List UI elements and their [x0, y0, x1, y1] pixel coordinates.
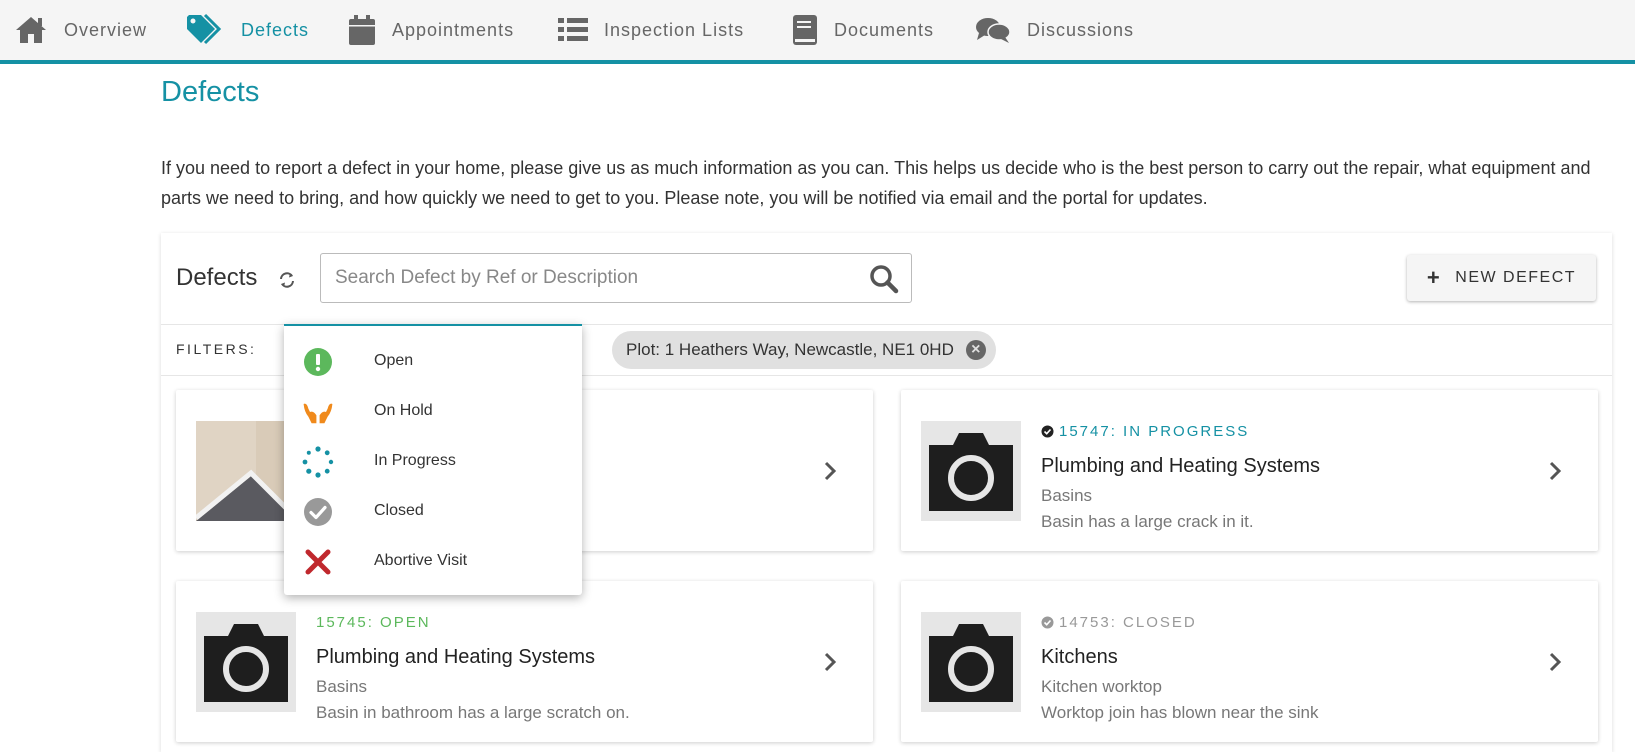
defect-status-label: 15745: OPEN [316, 613, 431, 631]
page-title: Defects [161, 76, 260, 108]
defect-subcategory: Basins [1041, 486, 1093, 505]
search-box [320, 253, 912, 303]
defect-category: Plumbing and Heating Systems [316, 646, 596, 668]
camera-icon [196, 612, 296, 712]
defect-status: 15745: OPEN [316, 612, 816, 632]
nav-overview[interactable]: Overview [14, 0, 147, 60]
refresh-icon[interactable] [278, 271, 296, 294]
defect-thumbnail [921, 612, 1021, 712]
defect-meta: 15745: OPEN Plumbing and Heating Systems… [316, 612, 816, 723]
defect-subcategory: Kitchen worktop [1041, 677, 1162, 696]
defect-category: Plumbing and Heating Systems [1041, 455, 1321, 477]
camera-icon [921, 612, 1021, 712]
search-icon[interactable] [869, 264, 899, 294]
defect-thumbnail [921, 421, 1021, 521]
nav-discussions[interactable]: Discussions [975, 0, 1134, 60]
defect-status: 15747: IN PROGRESS [1041, 421, 1541, 441]
chevron-right-icon [824, 461, 837, 481]
home-icon [16, 17, 46, 43]
defect-description: Basin in bathroom has a large scratch on… [316, 703, 630, 722]
nav-overview-label: Overview [64, 19, 148, 40]
nav-inspection-lists[interactable]: Inspection Lists [558, 0, 744, 60]
status-option-label: In Progress [374, 452, 456, 469]
new-defect-label: NEW DEFECT [1455, 269, 1577, 286]
plot-filter-chip[interactable]: Plot: 1 Heathers Way, Newcastle, NE1 0HD… [612, 331, 996, 369]
defect-card[interactable]: 15745: OPEN Plumbing and Heating Systems… [176, 581, 873, 742]
filters-label: FILTERS: [176, 341, 257, 357]
nav-documents-label: Documents [834, 19, 935, 40]
nav-inspection-lists-label: Inspection Lists [604, 19, 745, 40]
defect-meta: 15747: IN PROGRESS Plumbing and Heating … [1041, 421, 1541, 532]
status-option-closed[interactable]: Closed [284, 486, 582, 536]
plot-filter-chip-label: Plot: 1 Heathers Way, Newcastle, NE1 0HD [626, 340, 954, 359]
defect-category: Kitchens [1041, 646, 1118, 668]
nav-documents[interactable]: Documents [792, 0, 934, 60]
nav-appointments-label: Appointments [392, 19, 515, 40]
nav-defects-label: Defects [241, 19, 310, 40]
calendar-icon [349, 15, 375, 45]
defect-photo [196, 421, 296, 521]
exclamation-circle-icon [302, 346, 334, 378]
nav-defects[interactable]: Defects [185, 0, 309, 60]
camera-icon [921, 421, 1021, 521]
check-circle-icon [1041, 425, 1054, 437]
book-icon [793, 15, 817, 45]
hands-icon [302, 396, 334, 428]
defect-description: Worktop join has blown near the sink [1041, 703, 1319, 722]
status-option-label: Open [374, 352, 414, 369]
defect-card[interactable]: 15747: IN PROGRESS Plumbing and Heating … [901, 390, 1598, 551]
panel-title: Defects [176, 264, 258, 291]
status-option-abortive-visit[interactable]: Abortive Visit [284, 536, 582, 586]
times-icon [302, 546, 334, 578]
defect-card[interactable]: 14753: CLOSED Kitchens Kitchen worktop W… [901, 581, 1598, 742]
chevron-right-icon [824, 652, 837, 672]
tag-icon [187, 13, 222, 45]
defect-status-label: 15747: IN PROGRESS [1059, 422, 1250, 440]
intro-text: If you need to report a defect in your h… [161, 158, 1591, 208]
chevron-right-icon [1549, 652, 1562, 672]
list-icon [558, 18, 588, 41]
defect-thumbnail [196, 612, 296, 712]
check-circle-icon [302, 496, 334, 528]
comments-icon [976, 18, 1011, 43]
status-option-on-hold[interactable]: On Hold [284, 386, 582, 436]
nav-appointments[interactable]: Appointments [348, 0, 514, 60]
search-input[interactable] [335, 254, 855, 302]
nav-discussions-label: Discussions [1027, 19, 1135, 40]
status-option-in-progress[interactable]: In Progress [284, 436, 582, 486]
status-option-label: On Hold [374, 402, 433, 419]
status-option-open[interactable]: Open [284, 336, 582, 386]
plus-icon: + [1426, 265, 1442, 290]
defect-subcategory: Basins [316, 677, 368, 696]
check-circle-icon [1041, 616, 1054, 628]
defect-status: 14753: CLOSED [1041, 612, 1541, 632]
top-nav: Overview Defects Appointments Inspection… [0, 0, 1635, 64]
chevron-right-icon [1549, 461, 1562, 481]
defect-description: Basin has a large crack in it. [1041, 512, 1254, 531]
status-option-label: Abortive Visit [374, 552, 468, 569]
close-icon[interactable]: × [965, 340, 986, 360]
status-option-label: Closed [374, 502, 424, 519]
status-filter-dropdown: Open On Hold In Progress Closed Abortive… [284, 324, 582, 595]
defect-meta: 14753: CLOSED Kitchens Kitchen worktop W… [1041, 612, 1541, 723]
spinner-icon [302, 446, 334, 478]
defect-status-label: 14753: CLOSED [1059, 613, 1197, 631]
new-defect-button[interactable]: + NEW DEFECT [1407, 255, 1596, 301]
